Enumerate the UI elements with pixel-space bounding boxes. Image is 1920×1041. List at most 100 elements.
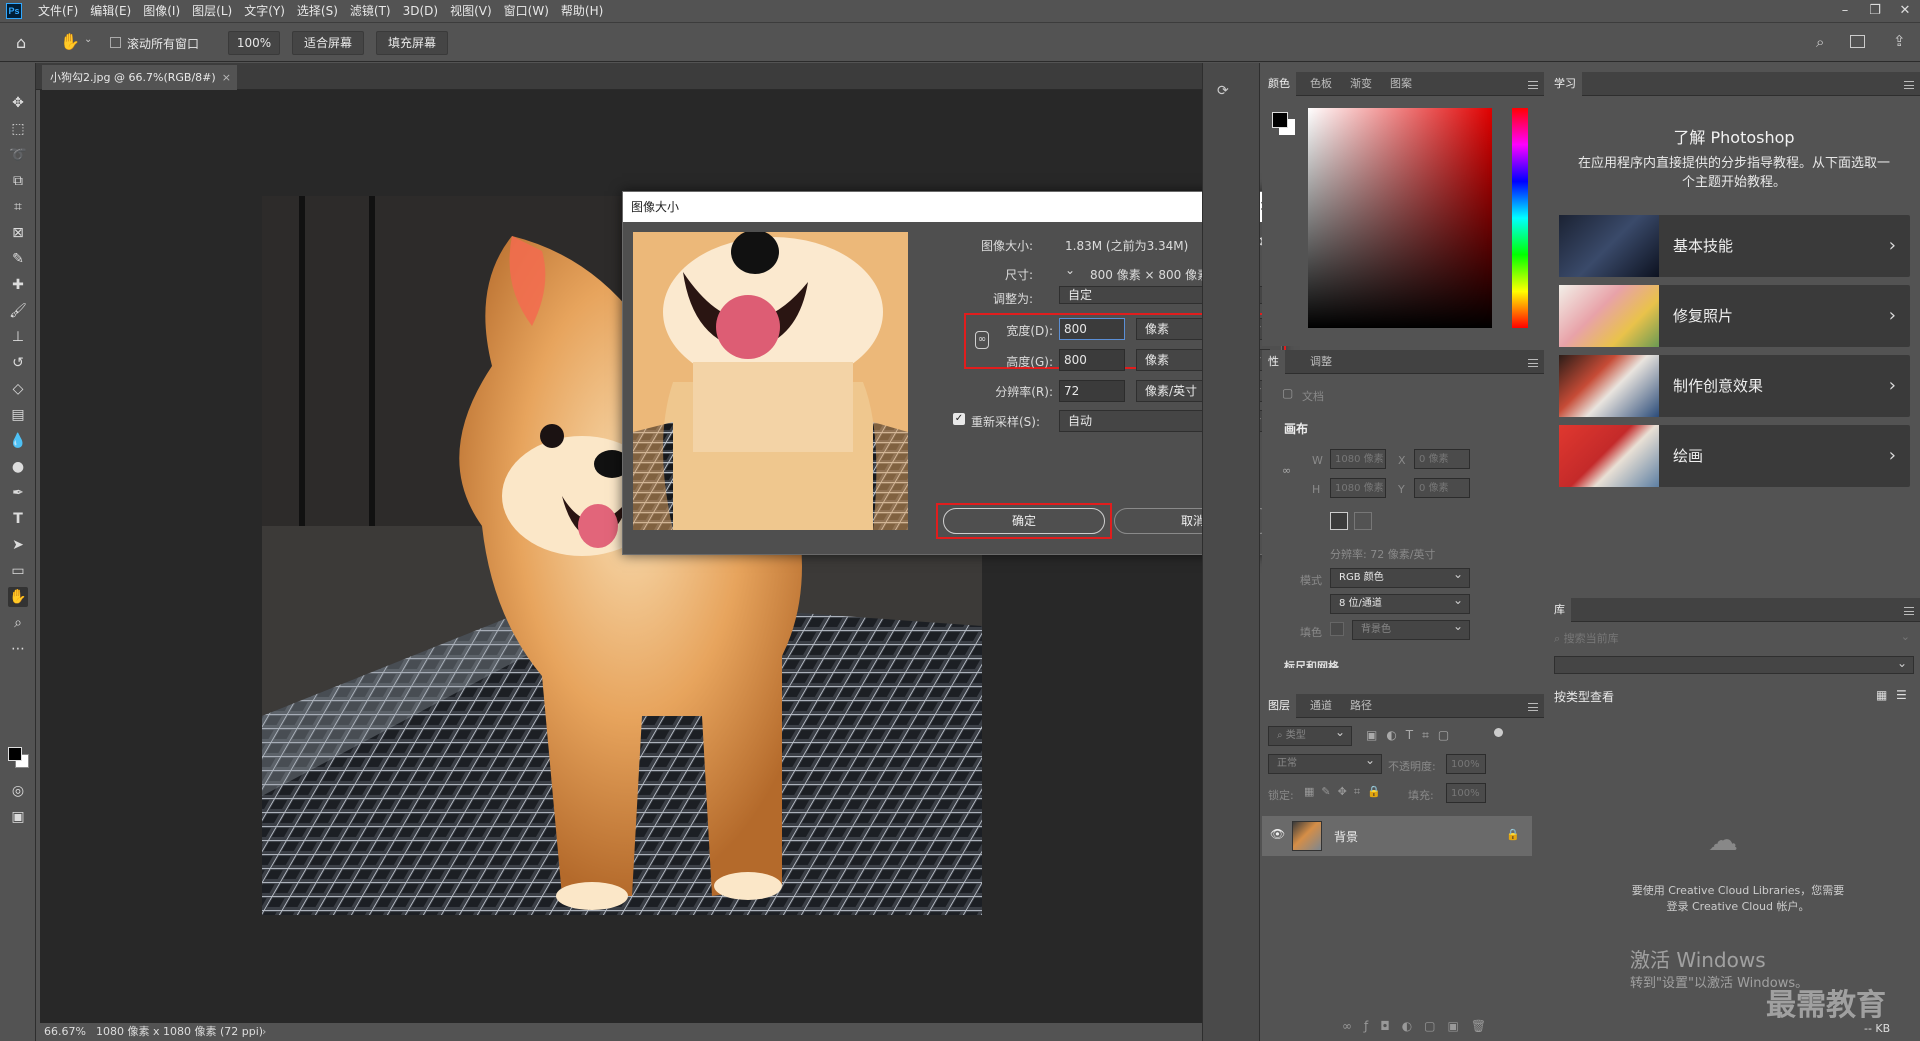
tab-patterns[interactable]: 图案 (1390, 72, 1412, 96)
move-tool-icon[interactable]: ✥ (8, 93, 28, 113)
filter-type-icons[interactable]: ▣◐T⌗▢ (1366, 728, 1458, 743)
hand-tool-icon[interactable]: ✋ (60, 32, 80, 51)
library-select[interactable] (1554, 653, 1914, 674)
document-tab[interactable]: 小狗勾2.jpg @ 66.7%(RGB/8#) × (42, 65, 237, 90)
more-tools-icon[interactable]: ⋯ (8, 639, 28, 659)
list-view-icon[interactable]: ☰ (1896, 688, 1907, 702)
blur-tool-icon[interactable]: 💧 (8, 431, 28, 451)
gradient-tool-icon[interactable]: ▤ (8, 405, 28, 425)
scroll-all-checkbox[interactable] (110, 37, 121, 48)
hue-slider[interactable] (1512, 108, 1528, 328)
history-brush-tool-icon[interactable]: ↺ (8, 353, 28, 373)
learn-panel-menu-icon[interactable] (1904, 81, 1914, 89)
menu-image[interactable]: 图像(I) (137, 0, 186, 22)
stamp-tool-icon[interactable]: ⊥ (8, 327, 28, 347)
learn-item-basic-skills[interactable]: 基本技能 › (1559, 215, 1910, 277)
menu-filter[interactable]: 滤镜(T) (344, 0, 397, 22)
library-search-chevron-icon[interactable]: ⌄ (1901, 626, 1910, 648)
workspace-icon[interactable] (1850, 35, 1865, 48)
learn-item-fix-photo[interactable]: 修复照片 › (1559, 285, 1910, 347)
height-input[interactable]: 800 (1059, 349, 1125, 371)
view-by-type-select[interactable]: 按类型查看 (1554, 688, 1614, 705)
menu-view[interactable]: 视图(V) (444, 0, 498, 22)
fill-opacity-input[interactable]: 100% (1446, 783, 1486, 803)
close-window-icon[interactable]: ✕ (1890, 0, 1920, 22)
status-chevron-icon[interactable]: › (262, 1023, 266, 1041)
canvas-x-field[interactable]: 0 像素 (1414, 449, 1470, 469)
menu-select[interactable]: 选择(S) (291, 0, 344, 22)
history-panel-icon[interactable]: ⟳ (1217, 83, 1229, 99)
fit-screen-button[interactable]: 适合屏幕 (292, 31, 364, 55)
width-input[interactable]: 800 (1059, 318, 1125, 340)
share-icon[interactable]: ⇪ (1893, 32, 1906, 50)
menu-type[interactable]: 文字(Y) (238, 0, 291, 22)
panel-fg-swatch[interactable] (1272, 112, 1288, 128)
resolution-input[interactable]: 72 (1059, 380, 1125, 402)
healing-tool-icon[interactable]: ✚ (8, 275, 28, 295)
visibility-eye-icon[interactable]: 👁 (1270, 827, 1285, 841)
grid-view-icon[interactable]: ▦ (1876, 688, 1887, 702)
tab-libraries[interactable]: 库 (1548, 598, 1571, 622)
menu-file[interactable]: 文件(F) (32, 0, 84, 22)
menu-3d[interactable]: 3D(D) (397, 0, 444, 22)
layer-filter-select[interactable]: ⌕ 类型 (1268, 723, 1352, 746)
zoom-100-button[interactable]: 100% (228, 31, 280, 55)
bit-depth-select[interactable]: 8 位/通道 (1330, 591, 1470, 614)
tab-layers[interactable]: 图层 (1262, 694, 1296, 718)
layer-row[interactable]: 👁 背景 🔒 (1262, 816, 1532, 856)
quick-mask-icon[interactable]: ◎ (8, 781, 28, 801)
tab-paths[interactable]: 路径 (1350, 694, 1372, 718)
tab-gradients[interactable]: 渐变 (1350, 72, 1372, 96)
eyedropper-tool-icon[interactable]: ✎ (8, 249, 28, 269)
tab-swatches[interactable]: 色板 (1310, 72, 1332, 96)
hand-tool-active-icon[interactable]: ✋ (8, 587, 28, 607)
lock-icons[interactable]: ▦✎✥⌗🔒 (1304, 785, 1388, 799)
home-icon[interactable]: ⌂ (16, 33, 26, 52)
shape-tool-icon[interactable]: ▭ (8, 561, 28, 581)
dialog-preview-image[interactable] (633, 232, 908, 530)
menu-window[interactable]: 窗口(W) (498, 0, 555, 22)
frame-tool-icon[interactable]: ⊠ (8, 223, 28, 243)
foreground-color-swatch[interactable] (8, 747, 22, 761)
libraries-panel-menu-icon[interactable] (1904, 607, 1914, 615)
layer-name[interactable]: 背景 (1334, 828, 1358, 845)
status-zoom[interactable]: 66.67% (44, 1023, 86, 1041)
fill-select[interactable]: 背景色 (1352, 617, 1470, 640)
dodge-tool-icon[interactable]: ● (8, 457, 28, 477)
mode-select[interactable]: RGB 颜色 (1330, 565, 1470, 588)
menu-help[interactable]: 帮助(H) (555, 0, 609, 22)
canvas-h-field[interactable]: 1080 像素 (1330, 478, 1386, 498)
tab-learn[interactable]: 学习 (1548, 72, 1582, 96)
dimensions-unit-chevron-icon[interactable]: ⌄ (1065, 263, 1075, 277)
resample-checkbox[interactable]: ✓ (953, 413, 965, 425)
search-icon[interactable]: ⌕ (1816, 33, 1824, 51)
canvas-y-field[interactable]: 0 像素 (1414, 478, 1470, 498)
tab-channels[interactable]: 通道 (1310, 694, 1332, 718)
properties-panel-menu-icon[interactable] (1528, 359, 1538, 367)
blend-mode-select[interactable]: 正常 (1268, 751, 1382, 774)
library-search-input[interactable]: ⌕ 搜索当前库 ⌄ (1554, 628, 1914, 650)
screen-mode-icon[interactable]: ▣ (8, 807, 28, 827)
layers-panel-menu-icon[interactable] (1528, 703, 1538, 711)
opacity-input[interactable]: 100% (1446, 754, 1486, 774)
brush-tool-icon[interactable]: 🖌 (8, 301, 28, 321)
minimize-icon[interactable]: – (1830, 0, 1860, 22)
tab-color[interactable]: 颜色 (1262, 72, 1296, 96)
link-wh-icon[interactable]: ∞ (1282, 464, 1291, 477)
portrait-orientation-icon[interactable] (1330, 512, 1348, 530)
learn-item-creative-effects[interactable]: 制作创意效果 › (1559, 355, 1910, 417)
close-tab-icon[interactable]: × (222, 65, 231, 90)
object-select-tool-icon[interactable]: ⧉ (8, 171, 28, 191)
menu-edit[interactable]: 编辑(E) (84, 0, 137, 22)
canvas-w-field[interactable]: 1080 像素 (1330, 449, 1386, 469)
pen-tool-icon[interactable]: ✒ (8, 483, 28, 503)
fill-screen-button[interactable]: 填充屏幕 (376, 31, 448, 55)
ok-button[interactable]: 确定 (943, 508, 1105, 534)
marquee-tool-icon[interactable]: ⬚ (8, 119, 28, 139)
restore-icon[interactable]: ❐ (1860, 0, 1890, 22)
landscape-orientation-icon[interactable] (1354, 512, 1372, 530)
color-panel-menu-icon[interactable] (1528, 81, 1538, 89)
zoom-tool-icon[interactable]: ⌕ (8, 613, 28, 633)
fill-swatch[interactable] (1330, 622, 1344, 636)
tab-properties[interactable]: 性 (1262, 350, 1285, 374)
